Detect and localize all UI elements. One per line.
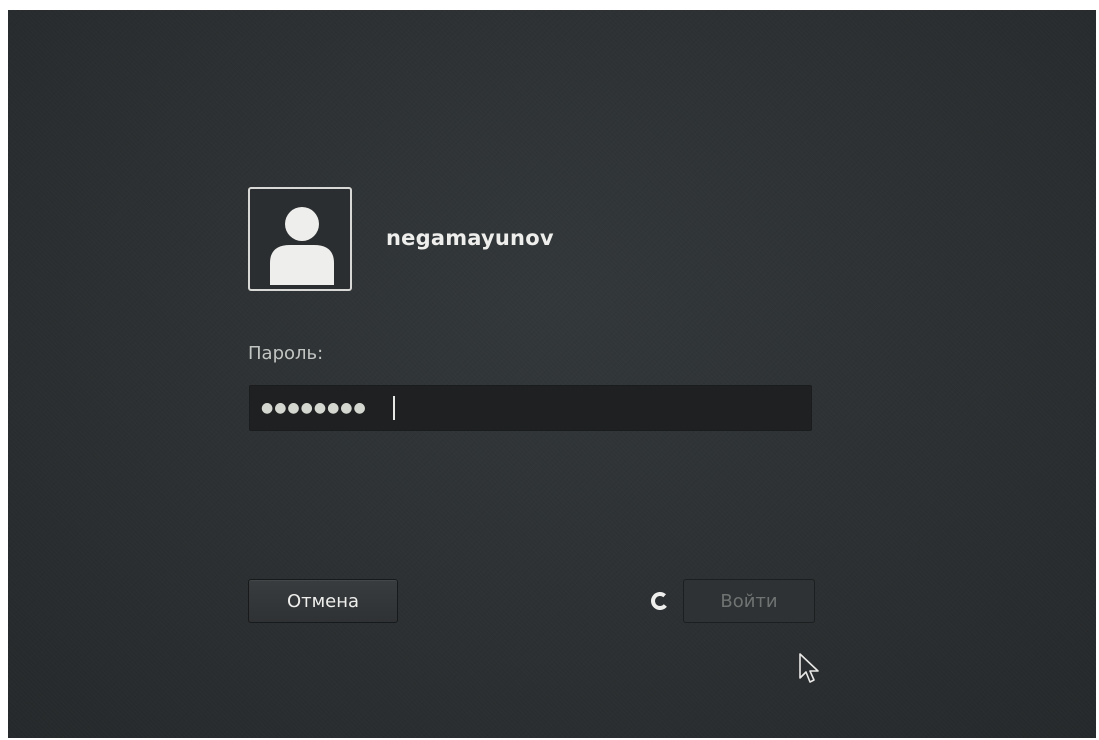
mouse-pointer-icon: [799, 653, 819, 683]
loading-spinner-icon: [651, 592, 669, 610]
password-masked-value: ●●●●●●●●: [261, 400, 367, 416]
login-button[interactable]: Войти: [683, 579, 815, 623]
background-texture: [8, 10, 1096, 738]
login-button-label: Войти: [720, 590, 778, 612]
cancel-button[interactable]: Отмена: [248, 579, 398, 623]
cancel-button-label: Отмена: [286, 590, 360, 612]
user-avatar: [248, 187, 352, 291]
text-caret: [393, 396, 395, 420]
user-avatar-icon: [270, 207, 334, 285]
login-screen: negamayunov Пароль: ●●●●●●●● Отмена Войт…: [8, 10, 1096, 738]
password-label: Пароль:: [248, 343, 324, 364]
password-input[interactable]: ●●●●●●●●: [249, 385, 812, 431]
username-label: negamayunov: [386, 226, 554, 250]
